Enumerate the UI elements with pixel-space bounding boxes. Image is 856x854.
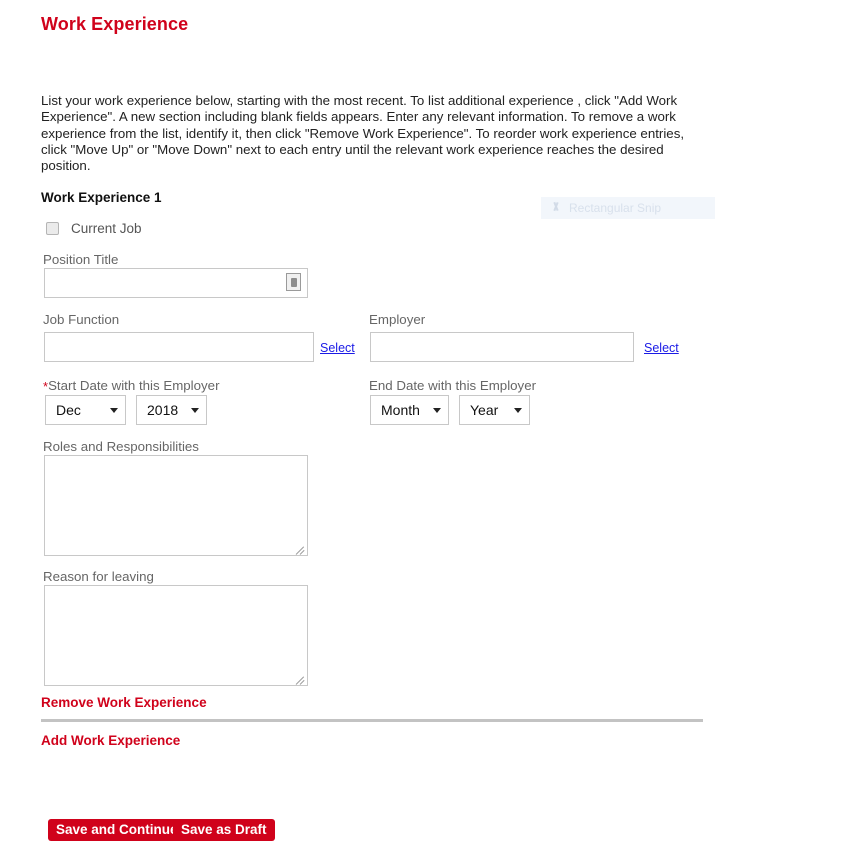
- end-date-month-value: Month: [381, 402, 420, 418]
- end-date-year-select[interactable]: Year: [459, 395, 530, 425]
- section-divider: [41, 719, 703, 722]
- roles-and-responsibilities-label: Roles and Responsibilities: [43, 439, 199, 454]
- position-title-label: Position Title: [43, 252, 119, 267]
- start-date-month-value: Dec: [56, 402, 81, 418]
- current-job-checkbox[interactable]: [46, 222, 59, 235]
- start-date-month-select[interactable]: Dec: [45, 395, 126, 425]
- start-date-year-value: 2018: [147, 402, 179, 418]
- end-date-year-value: Year: [470, 402, 499, 418]
- instructions-paragraph: List your work experience below, startin…: [41, 93, 685, 174]
- start-date-year-select[interactable]: 2018: [136, 395, 207, 425]
- reason-for-leaving-label: Reason for leaving: [43, 569, 154, 584]
- start-date-label-text: Start Date with this Employer: [48, 378, 220, 393]
- chevron-down-icon: [191, 407, 199, 413]
- rectangular-snip-overlay: Rectangular Snip: [541, 197, 715, 219]
- current-job-checkbox-row[interactable]: Current Job: [46, 221, 142, 236]
- employer-input[interactable]: [370, 332, 634, 362]
- current-job-label: Current Job: [71, 221, 142, 236]
- job-function-input[interactable]: [44, 332, 314, 362]
- save-and-continue-button[interactable]: Save and Continue: [48, 819, 186, 841]
- work-experience-page: Work Experience List your work experienc…: [0, 0, 856, 854]
- reason-for-leaving-textarea[interactable]: [44, 585, 308, 686]
- add-work-experience-link[interactable]: Add Work Experience: [41, 733, 180, 748]
- save-as-draft-button[interactable]: Save as Draft: [173, 819, 275, 841]
- remove-work-experience-link[interactable]: Remove Work Experience: [41, 695, 207, 710]
- job-function-select-link[interactable]: Select: [320, 341, 355, 355]
- position-title-inline-icon[interactable]: [286, 273, 301, 291]
- start-date-label: *Start Date with this Employer: [43, 378, 220, 394]
- job-function-label: Job Function: [43, 312, 120, 327]
- chevron-down-icon: [514, 407, 522, 413]
- snip-overlay-label: Rectangular Snip: [569, 201, 662, 215]
- page-title: Work Experience: [41, 14, 189, 34]
- employer-select-link[interactable]: Select: [644, 341, 679, 355]
- position-title-input[interactable]: [44, 268, 308, 298]
- end-date-label: End Date with this Employer: [369, 378, 537, 393]
- roles-and-responsibilities-textarea[interactable]: [44, 455, 308, 556]
- chevron-down-icon: [110, 407, 118, 413]
- end-date-month-select[interactable]: Month: [370, 395, 449, 425]
- snip-scissors-icon: [549, 201, 563, 215]
- section-heading-work-experience-1: Work Experience 1: [41, 190, 162, 205]
- chevron-down-icon: [433, 407, 441, 413]
- employer-label: Employer: [369, 312, 426, 327]
